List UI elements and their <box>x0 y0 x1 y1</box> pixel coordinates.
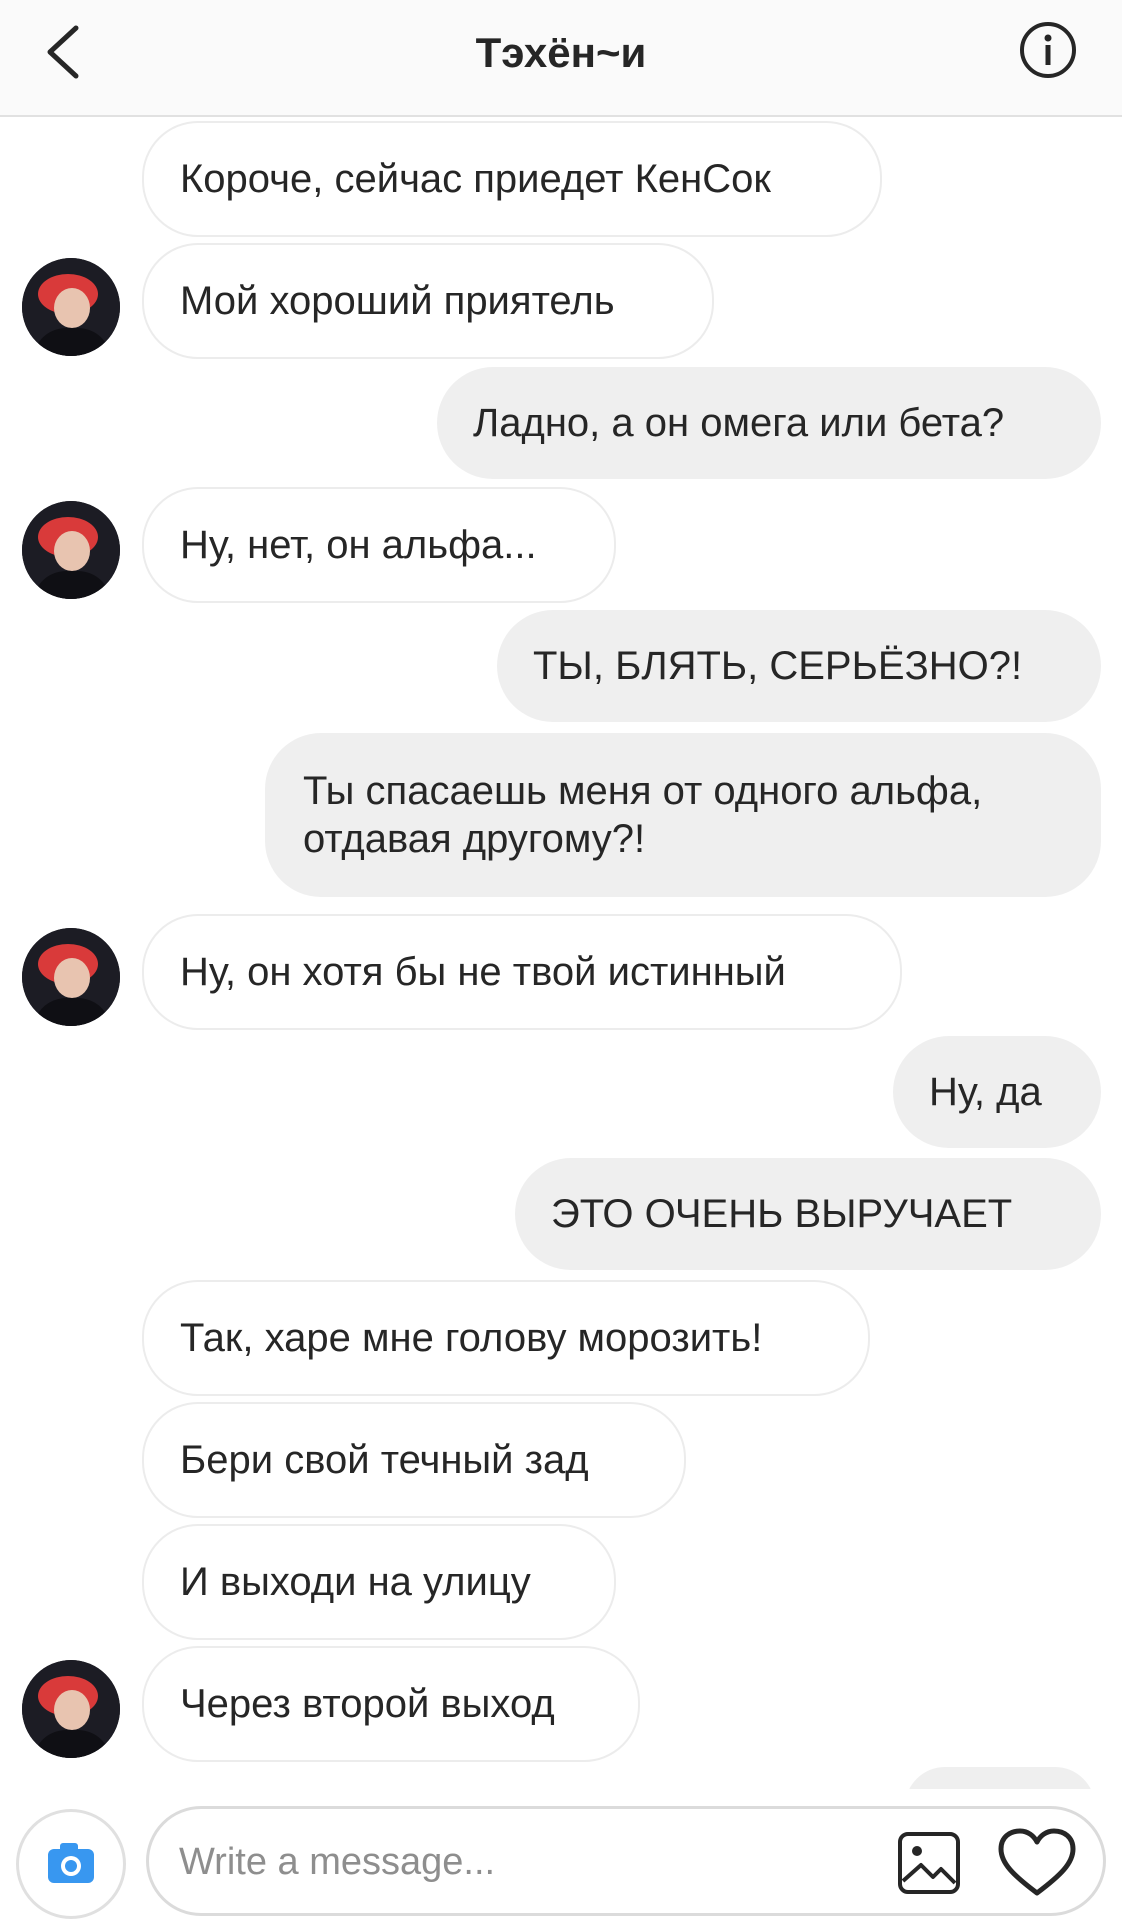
message-bubble: Мой хороший приятель <box>142 243 714 359</box>
contact-avatar[interactable] <box>22 928 120 1026</box>
message-bubble: ТЫ, БЛЯТЬ, СЕРЬЁЗНО?! <box>497 610 1101 722</box>
message-thread[interactable]: Короче, сейчас приедет КенСок Мой хороши… <box>0 117 1122 1789</box>
chat-header: Тэхён~и <box>0 0 1122 117</box>
message-bubble: Короче, сейчас приедет КенСок <box>142 121 882 237</box>
message-outgoing-partial <box>905 1767 1095 1789</box>
message-incoming: Так, харе мне голову морозить! <box>142 1280 870 1396</box>
heart-icon[interactable] <box>997 1827 1077 1899</box>
message-incoming: Мой хороший приятель <box>142 243 714 359</box>
message-bubble: Бери свой течный зад <box>142 1402 686 1518</box>
message-bubble: Так, харе мне голову морозить! <box>142 1280 870 1396</box>
message-outgoing: Ты спасаешь меня от одного альфа, отдава… <box>265 733 1101 897</box>
message-composer: Write a message... <box>0 1789 1122 1920</box>
conversation-title: Тэхён~и <box>475 29 647 76</box>
message-incoming: Через второй выход <box>142 1646 640 1762</box>
message-incoming: Ну, он хотя бы не твой истинный <box>142 914 902 1030</box>
message-outgoing: Ладно, а он омега или бета? <box>437 367 1101 479</box>
message-bubble: Ну, да <box>893 1036 1101 1148</box>
message-bubble: Ну, нет, он альфа... <box>142 487 616 603</box>
message-input-placeholder: Write a message... <box>179 1841 496 1883</box>
message-incoming: Бери свой течный зад <box>142 1402 686 1518</box>
message-input[interactable]: Write a message... <box>146 1806 1106 1916</box>
message-bubble: Через второй выход <box>142 1646 640 1762</box>
message-bubble: Ты спасаешь меня от одного альфа, отдава… <box>265 733 1101 897</box>
contact-avatar[interactable] <box>22 1660 120 1758</box>
message-bubble: ЭТО ОЧЕНЬ ВЫРУЧАЕТ <box>515 1158 1101 1270</box>
image-gallery-icon[interactable] <box>897 1831 961 1895</box>
message-bubble: Ну, он хотя бы не твой истинный <box>142 914 902 1030</box>
message-incoming: И выходи на улицу <box>142 1524 616 1640</box>
info-icon[interactable] <box>1018 20 1078 80</box>
message-incoming: Короче, сейчас приедет КенСок <box>142 121 882 237</box>
message-outgoing: Ну, да <box>893 1036 1101 1148</box>
message-outgoing: ТЫ, БЛЯТЬ, СЕРЬЁЗНО?! <box>497 610 1101 722</box>
contact-avatar[interactable] <box>22 258 120 356</box>
message-outgoing: ЭТО ОЧЕНЬ ВЫРУЧАЕТ <box>515 1158 1101 1270</box>
message-bubble: Ладно, а он омега или бета? <box>437 367 1101 479</box>
contact-avatar[interactable] <box>22 501 120 599</box>
message-incoming: Ну, нет, он альфа... <box>142 487 616 603</box>
camera-button[interactable] <box>16 1809 126 1919</box>
message-bubble: И выходи на улицу <box>142 1524 616 1640</box>
camera-icon <box>26 1819 116 1909</box>
